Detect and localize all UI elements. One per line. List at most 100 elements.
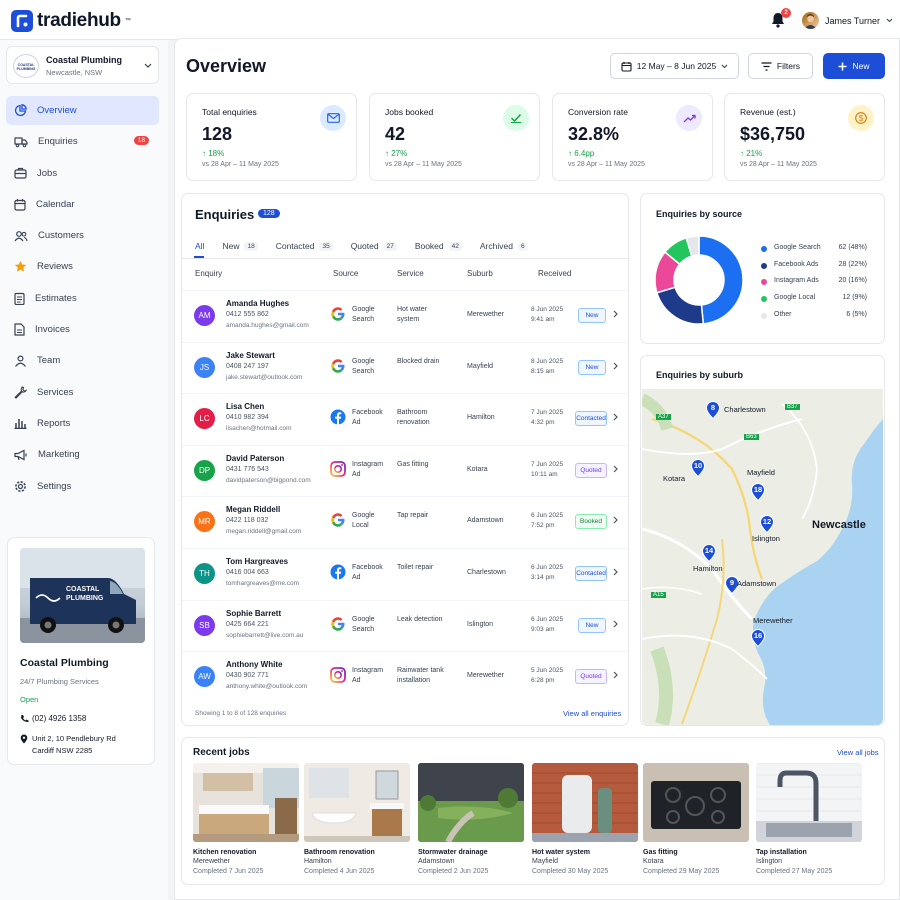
sidebar-item-settings[interactable]: Settings (6, 472, 159, 501)
chevron-right-icon[interactable] (613, 413, 618, 421)
filters-button[interactable]: Filters (748, 53, 813, 79)
map-pin[interactable]: 16 (751, 629, 765, 647)
clipboard-icon (14, 292, 25, 305)
tab-booked[interactable]: Booked 42 (415, 239, 462, 253)
tab-quoted[interactable]: Quoted 27 (351, 239, 397, 253)
kpi-card-total-enquiries[interactable]: Total enquiries 128 ↑ 18% vs 28 Apr – 11… (186, 93, 357, 181)
status-badge[interactable]: Contacted (575, 411, 607, 427)
new-button[interactable]: New (823, 53, 885, 79)
business-profile-card: COASTAL PLUMBING Coastal Plumbing 24/7 Pl… (7, 537, 155, 765)
job-date: Completed 4 Jun 2025 (304, 868, 375, 875)
enquiry-received: 7 Jun 2025 4:32 pm (531, 409, 564, 427)
kpi-card-conversion-rate[interactable]: Conversion rate 32.8% ↑ 6.4pp vs 28 Apr … (552, 93, 713, 181)
tab-contacted[interactable]: Contacted 35 (276, 239, 333, 253)
sidebar-item-invoices[interactable]: Invoices (6, 315, 159, 344)
recent-job-card[interactable]: Gas fitting Kotara Completed 29 May 2025 (643, 763, 749, 875)
table-row[interactable]: MR Megan Riddell 0422 118 032 megan.riddell… (182, 496, 628, 548)
business-address: Unit 2, 10 Pendlebury Rd Cardiff NSW 2285 (32, 734, 116, 755)
status-badge[interactable]: New (578, 308, 606, 323)
business-phone[interactable]: (02) 4926 1358 (32, 714, 86, 723)
user-menu[interactable]: James Turner (802, 12, 893, 29)
table-row[interactable]: DP David Paterson 0431 776 543 davidpaterso… (182, 444, 628, 497)
status-badge[interactable]: Contacted (575, 566, 607, 581)
view-all-enquiries-link[interactable]: View all enquiries (563, 709, 621, 718)
tab-new[interactable]: New 18 (222, 239, 258, 253)
chevron-right-icon[interactable] (613, 568, 618, 576)
enquiries-card: Enquiries 128 All New 18 Contacted 35 Quot… (181, 193, 629, 726)
donut-slice-facebook-ads[interactable] (655, 286, 705, 325)
table-row[interactable]: AW Anthony White 0430 902 771 anthony.white… (182, 651, 628, 703)
mail-icon (320, 105, 346, 131)
business-selector[interactable]: COASTAL PLUMBING Coastal Plumbing Newcas… (6, 46, 159, 84)
sidebar-item-customers[interactable]: Customers (6, 221, 159, 250)
svg-text:$: $ (859, 114, 864, 123)
suburb-label: Islington (752, 534, 780, 543)
avatar: TH (194, 563, 215, 584)
sidebar-item-services[interactable]: Services (6, 378, 159, 407)
business-name: Coastal Plumbing (46, 55, 123, 65)
customer-email: amanda.hughes@gmail.com (226, 322, 309, 329)
recent-job-card[interactable]: Tap installation Islington Completed 27 … (756, 763, 862, 875)
status-badge[interactable]: Quoted (575, 669, 607, 685)
date-range-picker[interactable]: 12 May – 8 Jun 2025 (610, 53, 739, 79)
table-row[interactable]: SB Sophie Barrett 0425 664 221 sophiebarret… (182, 599, 628, 652)
chevron-right-icon[interactable] (613, 620, 618, 628)
legend-value: 20 (16%) (838, 277, 867, 285)
map-pin[interactable]: 12 (760, 515, 774, 533)
chevron-right-icon[interactable] (613, 310, 618, 318)
map-pin[interactable]: 14 (702, 544, 716, 562)
recent-job-card[interactable]: Stormwater drainage Adamstown Completed … (418, 763, 524, 875)
table-row[interactable]: TH Tom Hargreaves 0416 004 663 tomhargreave… (182, 548, 628, 600)
sidebar-item-jobs[interactable]: Jobs (6, 159, 159, 188)
recent-job-card[interactable]: Kitchen renovation Merewether Completed … (193, 763, 299, 875)
enquiry-source: Facebook Ad (352, 564, 383, 581)
sidebar-item-overview[interactable]: Overview (6, 96, 159, 125)
chevron-right-icon[interactable] (613, 362, 618, 370)
kpi-delta: ↑ 6.4pp (568, 149, 595, 158)
column-header: Source (333, 269, 359, 278)
business-location: Newcastle, NSW (46, 68, 103, 77)
sidebar-item-marketing[interactable]: Marketing (6, 440, 159, 469)
status-badge[interactable]: Quoted (575, 462, 607, 478)
app-logo[interactable]: tradiehub ™ (11, 10, 131, 32)
kpi-card-jobs-booked[interactable]: Jobs booked 42 ↑ 27% vs 28 Apr – 11 May … (369, 93, 540, 181)
chevron-right-icon[interactable] (613, 671, 618, 679)
suburb-map[interactable]: A37 B37 B63 A15 8 Charlestown 10 Kotara 18 Ma… (642, 389, 883, 725)
tab-archived[interactable]: Archived 6 (480, 239, 528, 253)
map-pin[interactable]: 8 (706, 401, 720, 419)
tab-all[interactable]: All (195, 239, 204, 253)
road-label: A15 (651, 592, 666, 598)
table-row[interactable]: LC Lisa Chen 0410 982 394 lisachen@hotmail.… (182, 393, 628, 445)
sidebar-item-team[interactable]: Team (6, 346, 159, 375)
status-badge[interactable]: Booked (575, 514, 607, 530)
chevron-right-icon[interactable] (613, 465, 618, 473)
enquiry-suburb: Mayfield (467, 362, 494, 370)
view-all-jobs-link[interactable]: View all jobs (837, 748, 879, 757)
sidebar-item-reviews[interactable]: Reviews (6, 252, 159, 281)
status-badge[interactable]: New (578, 617, 606, 633)
table-row[interactable]: AM Amanda Hughes 0412 555 862 amanda.hughes… (182, 290, 628, 342)
job-suburb: Merewether (193, 858, 230, 865)
donut-slice-google-search[interactable] (698, 235, 744, 325)
sidebar-item-enquiries[interactable]: Enquiries 18 (6, 127, 159, 156)
recent-job-card[interactable]: Hot water system Mayfield Completed 30 M… (532, 763, 638, 875)
sidebar-item-reports[interactable]: Reports (6, 409, 159, 438)
google-icon (330, 306, 346, 322)
customer-email: sophiebarrett@live.com.au (226, 631, 304, 639)
sidebar-item-calendar[interactable]: Calendar (6, 190, 159, 219)
job-date: Completed 27 May 2025 (756, 868, 833, 875)
kpi-value: $36,750 (740, 124, 806, 144)
kpi-card-revenue[interactable]: Revenue (est.) $36,750 ↑ 21% vs 28 Apr –… (724, 93, 885, 181)
business-tagline: 24/7 Plumbing Services (20, 677, 99, 686)
map-pin[interactable]: 18 (751, 483, 765, 501)
gear-icon (15, 480, 26, 492)
map-title: Enquiries by suburb (656, 370, 744, 380)
map-pin[interactable]: 10 (691, 459, 705, 477)
suburb-label: Adamstown (737, 579, 777, 588)
legend-swatch (761, 262, 767, 269)
chevron-right-icon[interactable] (613, 516, 618, 524)
status-badge[interactable]: New (578, 359, 606, 375)
sidebar-item-estimates[interactable]: Estimates (6, 284, 159, 313)
recent-job-card[interactable]: Bathroom renovation Hamilton Completed 4… (304, 763, 410, 875)
table-row[interactable]: JS Jake Stewart 0408 247 197 jake.stewart@o… (182, 341, 628, 394)
